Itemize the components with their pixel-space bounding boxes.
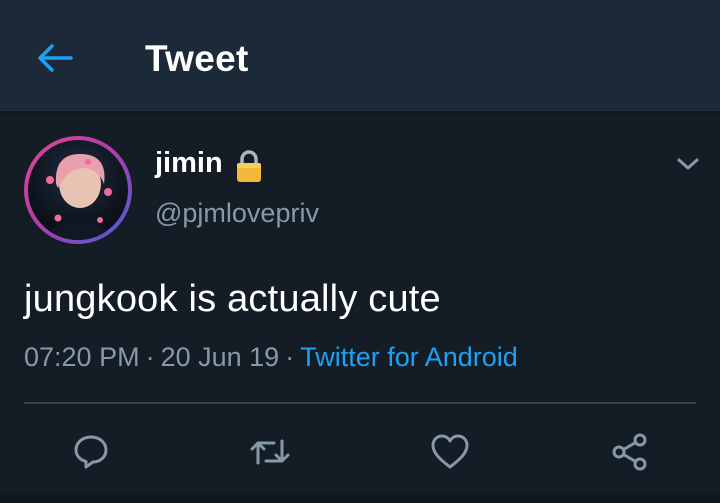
bottom-divider [0,495,720,503]
back-button[interactable] [30,36,80,80]
reply-icon [74,435,108,469]
user-handle[interactable]: @pjmlovepriv [155,198,319,229]
tweet-text: jungkook is actually cute [24,278,441,320]
retweet-button[interactable] [248,430,292,474]
tweet-menu-button[interactable] [672,148,704,180]
avatar-portrait [36,154,120,240]
heart-icon [431,434,469,469]
reply-button[interactable] [69,430,113,474]
tweet-date: 20 Jun 19 [160,342,280,372]
arrow-left-icon [38,44,73,72]
display-name[interactable]: jimin [155,147,223,180]
share-icon [612,433,647,471]
like-button[interactable] [428,430,472,474]
meta-separator: · [145,342,155,372]
retweet-icon [250,439,290,465]
page-title: Tweet [145,38,249,79]
lock-icon [237,150,261,182]
meta-separator: · [285,342,295,372]
chevron-down-icon [677,158,699,170]
tweet-detail-screen: Tweet jimin @pjmlovepriv jungkook is act… [0,0,720,503]
tweet-actions [0,420,720,484]
tweet-source-link[interactable]: Twitter for Android [300,342,518,372]
tweet-meta: 07:20 PM · 20 Jun 19 · Twitter for Android [24,342,518,373]
avatar-image [28,140,128,240]
share-button[interactable] [608,430,652,474]
divider [24,402,696,404]
tweet-time: 07:20 PM [24,342,140,372]
app-header: Tweet [0,0,720,113]
avatar[interactable] [24,136,132,244]
